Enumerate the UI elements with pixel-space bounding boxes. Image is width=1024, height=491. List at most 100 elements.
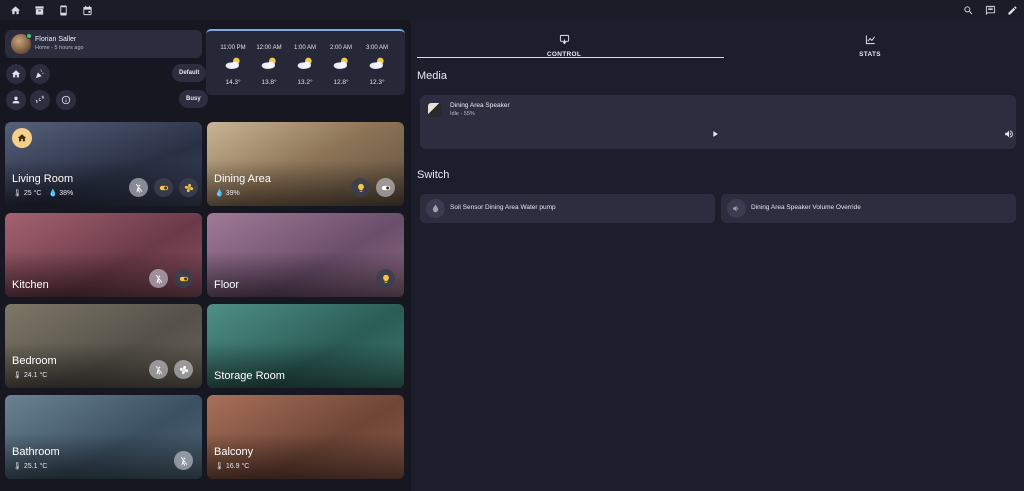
room-name: Dining Area xyxy=(214,173,271,185)
chart-line-icon xyxy=(865,35,875,45)
search-icon[interactable] xyxy=(961,3,975,17)
thermometer-icon: 🌡 xyxy=(13,463,22,470)
humidity-icon: 💧 xyxy=(48,190,58,197)
room-sensors: 🌡 16.9 °C xyxy=(215,462,250,471)
room-name: Bathroom xyxy=(12,446,60,458)
tab-stats[interactable]: STATS xyxy=(717,32,1023,58)
room-action-button[interactable] xyxy=(149,360,168,379)
forecast-time: 11:00 PM xyxy=(220,45,246,51)
toggle-switch-icon xyxy=(381,185,390,190)
home-icon[interactable] xyxy=(8,3,22,17)
water-drop-icon xyxy=(426,199,445,218)
room-card[interactable]: Bathroom 🌡 25.1 °C xyxy=(5,395,202,479)
sleep-chip[interactable] xyxy=(30,90,50,110)
room-card[interactable]: Kitchen xyxy=(5,213,202,297)
switch-label: Soil Sensor Dining Area Water pump xyxy=(450,204,556,211)
room-humidity-value: 38% xyxy=(59,189,74,197)
play-icon[interactable] xyxy=(710,129,720,139)
person-chip[interactable] xyxy=(6,90,26,110)
switch-volume-override[interactable]: Dining Area Speaker Volume Override xyxy=(721,194,1016,223)
room-action-button[interactable] xyxy=(179,178,198,197)
default-mode-button[interactable]: Default xyxy=(172,64,207,82)
home-mode-chip[interactable] xyxy=(6,64,26,84)
sleep-zzz-icon xyxy=(35,95,45,103)
profile-status: Home - 5 hours ago xyxy=(35,45,84,51)
forecast-temp: 13.8° xyxy=(261,79,277,86)
forecast-temp: 14.3° xyxy=(225,79,241,86)
humidity-icon: 💧 xyxy=(215,190,224,197)
room-action-button[interactable] xyxy=(174,451,193,470)
forecast-time: 2:00 AM xyxy=(329,45,352,51)
room-card[interactable]: Bedroom 🌡 24.1 °C xyxy=(5,304,202,388)
tab-control[interactable]: CONTROL xyxy=(411,32,717,58)
party-popper-icon xyxy=(35,69,44,79)
busy-mode-button[interactable]: Busy xyxy=(179,90,208,108)
thermometer-icon: 🌡 xyxy=(13,190,22,197)
room-card[interactable]: Balcony 🌡 16.9 °C xyxy=(207,395,404,479)
toggle-switch-icon xyxy=(159,185,168,190)
archive-box-icon[interactable] xyxy=(32,3,46,17)
room-name: Floor xyxy=(214,279,240,291)
media-section-title: Media xyxy=(417,70,447,82)
presence-dot xyxy=(26,33,32,39)
room-name: Storage Room xyxy=(214,370,285,382)
profile-name: Florian Saller xyxy=(35,36,77,43)
forecast-temp: 13.2° xyxy=(297,79,313,86)
thermometer-icon: 🌡 xyxy=(215,463,224,470)
person-icon xyxy=(12,96,20,104)
room-action-button[interactable] xyxy=(376,269,395,288)
room-sensors: 🌡 25 °C 💧 38% xyxy=(13,189,74,198)
thermometer-icon: 🌡 xyxy=(13,372,22,379)
room-action-button[interactable] xyxy=(351,178,370,197)
calendar-icon[interactable] xyxy=(80,3,94,17)
room-sensors: 🌡 24.1 °C xyxy=(13,371,47,380)
volume-icon xyxy=(727,199,746,218)
switch-water-pump[interactable]: Soil Sensor Dining Area Water pump xyxy=(420,194,715,223)
edit-pencil-icon[interactable] xyxy=(1005,3,1019,17)
active-tab-indicator xyxy=(417,57,724,58)
room-action-button[interactable] xyxy=(149,269,168,288)
party-mode-chip[interactable] xyxy=(30,64,50,84)
room-action-button[interactable] xyxy=(174,360,193,379)
room-detail-pane: CONTROL STATS Media Dining Area Speaker … xyxy=(411,20,1024,491)
weather-forecast-card[interactable]: 11:00 PM 14.3° 12:00 AM 13.8° 1:00 AM 13.2° 2:… xyxy=(206,29,405,95)
room-name: Kitchen xyxy=(12,279,49,291)
info-chip[interactable] xyxy=(56,90,76,110)
room-sensor-value: 25.1 °C xyxy=(23,462,48,470)
partly-cloudy-night-icon xyxy=(369,57,384,69)
media-player-card[interactable]: Dining Area Speaker Idle - 55% xyxy=(420,95,1016,149)
remote-control-icon xyxy=(559,34,569,45)
room-name: Bedroom xyxy=(12,355,57,367)
fan-icon xyxy=(179,365,188,374)
room-name: Living Room xyxy=(12,173,74,185)
room-sensor-value: 16.9 °C xyxy=(225,462,250,470)
room-card[interactable]: Dining Area 💧 39% xyxy=(207,122,404,206)
profile-card[interactable]: Florian Saller Home - 5 hours ago xyxy=(5,30,202,58)
partly-cloudy-night-icon xyxy=(225,57,240,69)
media-player-title: Dining Area Speaker xyxy=(450,102,510,109)
volume-icon[interactable] xyxy=(1004,129,1014,139)
room-action-button[interactable] xyxy=(154,178,173,197)
tab-stats-label: STATS xyxy=(859,51,881,58)
room-card[interactable]: Floor xyxy=(207,213,404,297)
top-bar xyxy=(0,0,1024,20)
room-sensors: 💧 39% xyxy=(215,189,240,198)
motion-sensor-off-icon xyxy=(135,183,142,193)
room-card[interactable]: Storage Room xyxy=(207,304,404,388)
motion-sensor-off-icon xyxy=(180,456,187,466)
chat-icon[interactable] xyxy=(983,3,997,17)
room-action-button[interactable] xyxy=(376,178,395,197)
room-sensor-value: 25 °C xyxy=(23,189,42,197)
motion-sensor-off-icon xyxy=(155,365,162,375)
room-action-button[interactable] xyxy=(129,178,148,197)
media-artwork xyxy=(428,103,442,117)
forecast-temp: 12.3° xyxy=(369,79,385,86)
room-sensors: 🌡 25.1 °C xyxy=(13,462,48,471)
phone-icon[interactable] xyxy=(56,3,70,17)
partly-cloudy-night-icon xyxy=(297,57,312,69)
forecast-time: 12:00 AM xyxy=(256,45,282,51)
room-card[interactable]: Living Room 🌡 25 °C 💧 38% xyxy=(5,122,202,206)
room-sensor-value: 39% xyxy=(225,189,240,197)
fan-icon xyxy=(184,183,193,192)
room-action-button[interactable] xyxy=(174,269,193,288)
